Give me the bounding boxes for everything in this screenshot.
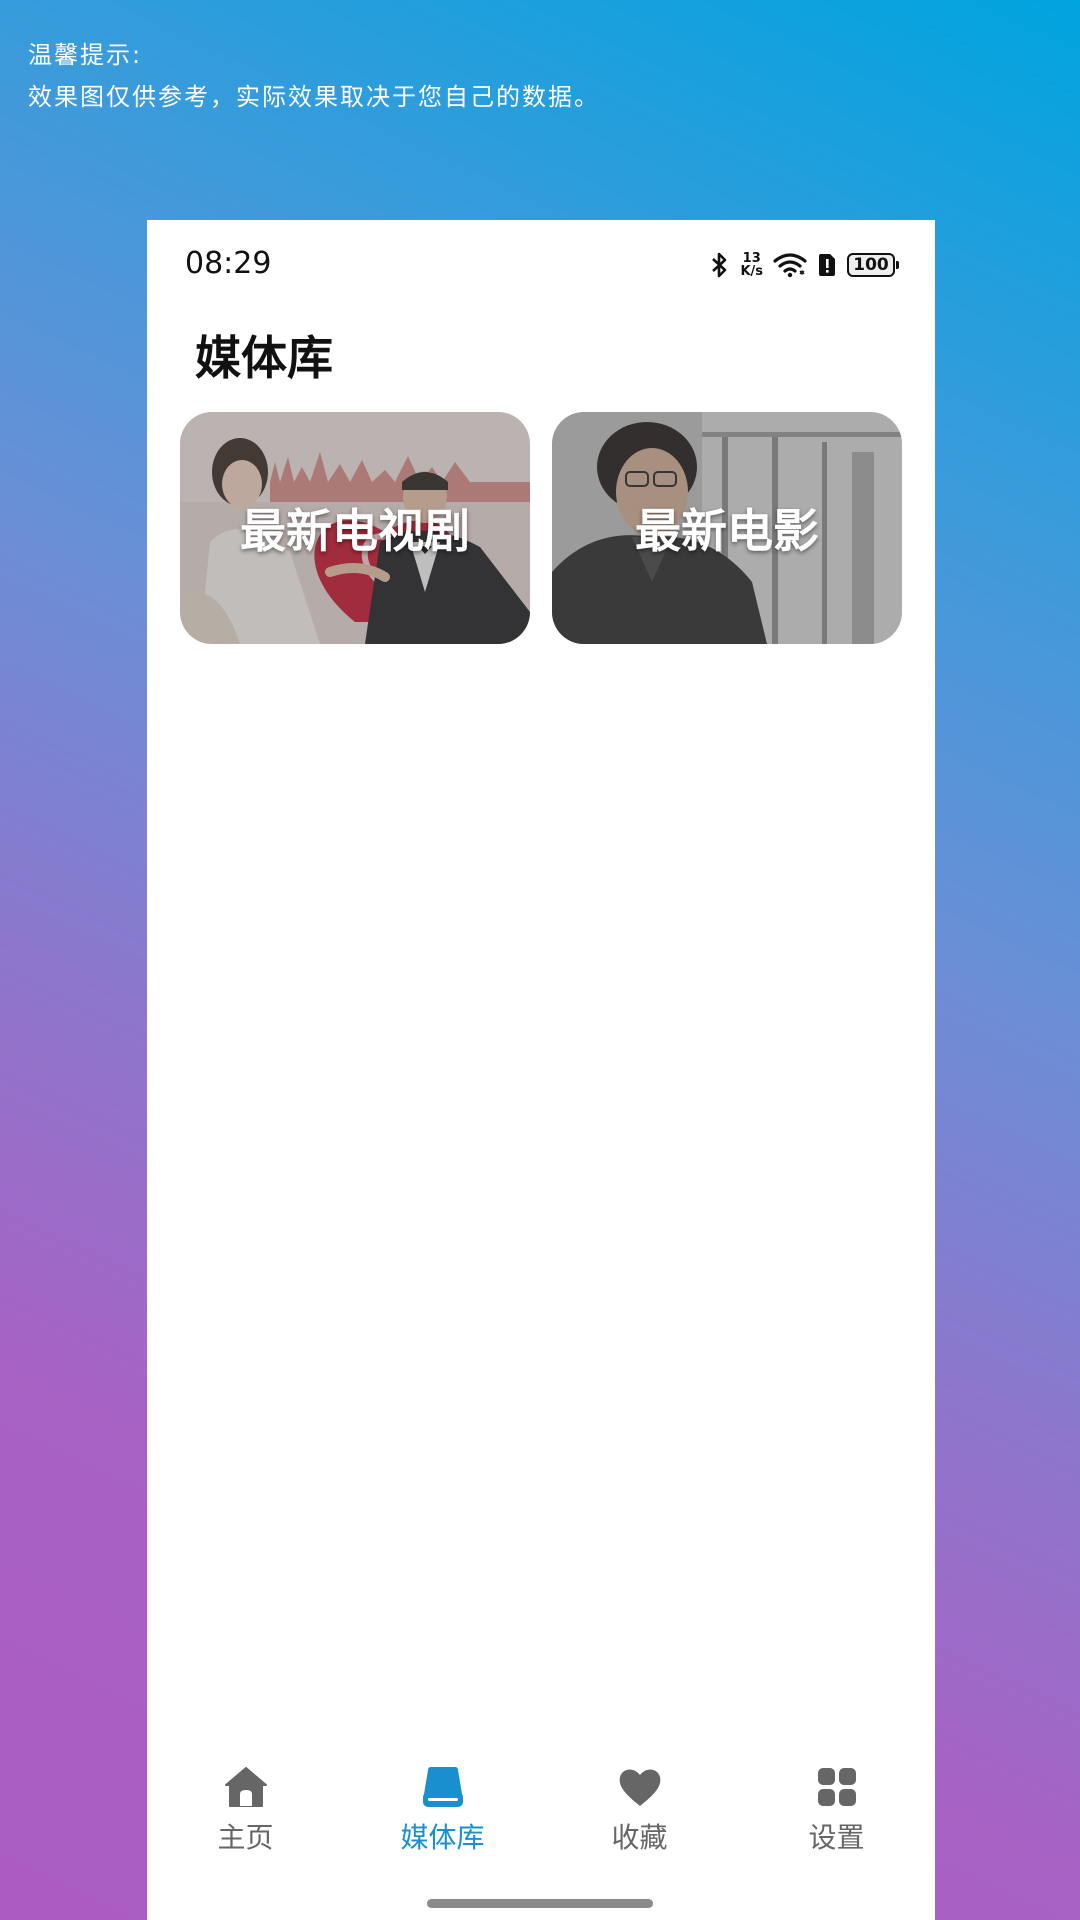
wifi-icon	[773, 252, 807, 278]
card-latest-movie[interactable]: 最新电影	[552, 412, 902, 644]
tab-home[interactable]: 主页	[147, 1764, 344, 1864]
bluetooth-icon	[710, 251, 730, 279]
media-cards: 最新电视剧 最新电影	[180, 412, 902, 644]
home-icon	[223, 1764, 269, 1810]
page-title: 媒体库	[195, 331, 333, 385]
tab-settings-label: 设置	[808, 1821, 865, 1854]
grid-icon	[814, 1764, 860, 1810]
net-speed-unit: K/s	[740, 264, 763, 279]
status-icons: 13 K/s 100	[710, 248, 899, 282]
tab-settings[interactable]: 设置	[738, 1764, 935, 1864]
tab-favorites-label: 收藏	[611, 1821, 668, 1854]
status-time: 08:29	[185, 246, 272, 281]
tip-text: 效果图仅供参考，实际效果取决于您自己的数据。	[28, 83, 600, 111]
heart-icon	[617, 1764, 663, 1810]
net-speed: 13 K/s	[740, 252, 763, 278]
card-latest-tv[interactable]: 最新电视剧	[180, 412, 530, 644]
phone-screen: 08:29 13 K/s 100 媒体库 最新电视剧 最新电影 主页 媒体库 收…	[147, 220, 935, 1920]
sim-alert-icon	[817, 252, 837, 278]
drive-icon	[420, 1764, 466, 1810]
tab-media-library[interactable]: 媒体库	[344, 1764, 541, 1864]
tip-title: 温馨提示:	[28, 41, 143, 69]
tip-box: 温馨提示: 效果图仅供参考，实际效果取决于您自己的数据。	[28, 34, 600, 118]
tab-home-label: 主页	[217, 1821, 274, 1854]
battery-icon: 100	[847, 253, 899, 277]
status-bar: 08:29 13 K/s 100	[147, 220, 935, 310]
tab-favorites[interactable]: 收藏	[541, 1764, 738, 1864]
bottom-tab-bar: 主页 媒体库 收藏 设置	[147, 1764, 935, 1864]
tab-media-library-label: 媒体库	[400, 1821, 485, 1854]
home-indicator[interactable]	[427, 1899, 653, 1908]
card-latest-tv-label: 最新电视剧	[240, 504, 470, 558]
card-latest-movie-label: 最新电影	[635, 504, 819, 558]
